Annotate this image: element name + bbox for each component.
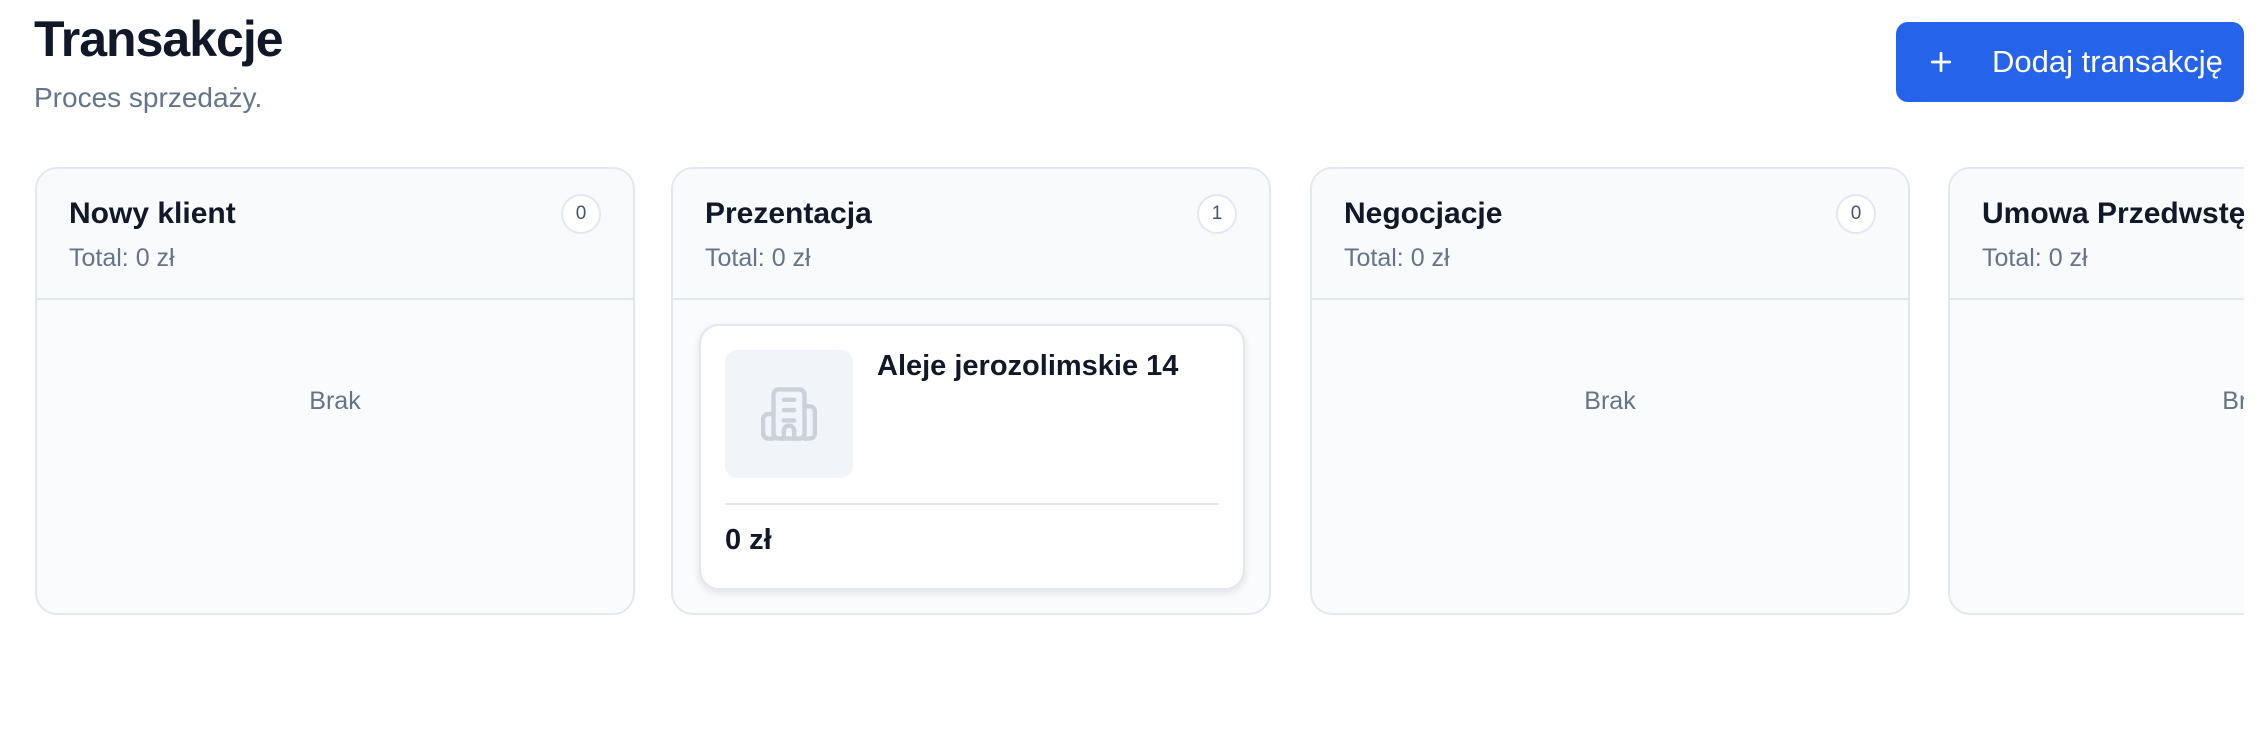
building-icon (725, 350, 853, 478)
column-count-badge: 1 (1197, 194, 1237, 234)
column-count-badge: 0 (1836, 194, 1876, 234)
plus-icon (1926, 47, 1956, 77)
pipeline-page: Nowy klient Total: 0 zł 0 Brak Prezentac… (0, 0, 2268, 730)
column-header: Negocjacje Total: 0 zł 0 (1312, 169, 1908, 300)
add-transaction-button[interactable]: Dodaj transakcję (1896, 22, 2244, 102)
column-empty-state: Brak (1584, 387, 1636, 415)
column-title: Umowa Przedwstępna (1982, 197, 2244, 230)
column-header: Prezentacja Total: 0 zł 1 (673, 169, 1269, 300)
card-divider (725, 503, 1219, 505)
column-header: Umowa Przedwstępna Total: 0 zł (1950, 169, 2244, 300)
column-total: Total: 0 zł (1982, 244, 2088, 272)
column-total: Total: 0 zł (705, 244, 811, 272)
column-title: Prezentacja (705, 197, 872, 230)
column-empty-state: Brak (309, 387, 361, 415)
column-count-badge: 0 (561, 194, 601, 234)
column-title: Nowy klient (69, 197, 236, 230)
deal-card-title: Aleje jerozolimskie 14 (877, 350, 1179, 382)
page-title: Transakcje (34, 11, 284, 67)
pipeline-board: Nowy klient Total: 0 zł 0 Brak Prezentac… (0, 0, 2244, 730)
deal-card[interactable]: Aleje jerozolimskie 14 0 zł (699, 324, 1245, 590)
pipeline-column-umowa-przedwstepna: Umowa Przedwstępna Total: 0 zł Brak (1948, 167, 2244, 615)
column-empty-state: Brak (2222, 387, 2244, 415)
pipeline-column-negocjacje: Negocjacje Total: 0 zł 0 Brak (1310, 167, 1910, 615)
pipeline-column-prezentacja: Prezentacja Total: 0 zł 1 Aleje jerozoli… (671, 167, 1271, 615)
page-subtitle: Proces sprzedaży. (34, 82, 263, 113)
column-title: Negocjacje (1344, 197, 1503, 230)
column-total: Total: 0 zł (69, 244, 175, 272)
column-total: Total: 0 zł (1344, 244, 1450, 272)
add-transaction-label: Dodaj transakcję (1992, 44, 2223, 79)
pipeline-column-nowy-klient: Nowy klient Total: 0 zł 0 Brak (35, 167, 635, 615)
column-header: Nowy klient Total: 0 zł 0 (37, 169, 633, 300)
deal-card-amount: 0 zł (725, 524, 772, 556)
